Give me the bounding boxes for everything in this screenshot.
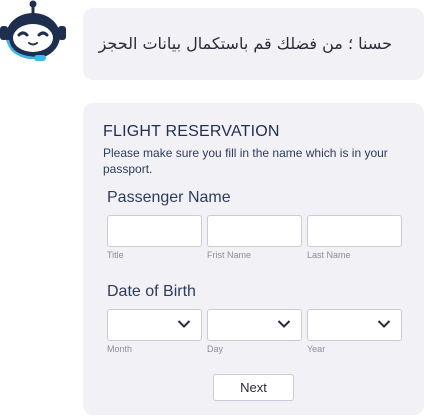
chevron-down-icon <box>177 320 191 328</box>
first-name-input[interactable] <box>207 215 302 247</box>
last-name-hint: Last Name <box>307 250 351 260</box>
robot-icon <box>0 0 70 66</box>
last-name-input[interactable] <box>307 215 402 247</box>
next-button[interactable]: Next <box>213 374 294 401</box>
form-title: FLIGHT RESERVATION <box>103 123 280 140</box>
title-hint: Title <box>107 250 124 260</box>
year-hint: Year <box>307 344 326 354</box>
chat-message: حسنا ؛ من فضلك قم باستكمال بيانات الحجز <box>98 34 392 53</box>
month-select[interactable] <box>107 309 202 341</box>
chevron-down-icon <box>277 320 291 328</box>
chevron-down-icon <box>377 320 391 328</box>
month-hint: Month <box>107 344 133 354</box>
chat-bubble: حسنا ؛ من فضلك قم باستكمال بيانات الحجز <box>83 8 424 80</box>
day-hint: Day <box>207 344 224 354</box>
passenger-name-label: Passenger Name <box>107 189 231 206</box>
date-of-birth-label: Date of Birth <box>107 283 196 300</box>
year-select[interactable] <box>307 309 402 341</box>
first-name-hint: Frist Name <box>207 250 252 260</box>
title-input[interactable] <box>107 215 202 247</box>
flight-reservation-form: FLIGHT RESERVATION Please make sure you … <box>83 103 424 415</box>
day-select[interactable] <box>207 309 302 341</box>
form-subtitle: Please make sure you fill in the name wh… <box>103 146 388 176</box>
